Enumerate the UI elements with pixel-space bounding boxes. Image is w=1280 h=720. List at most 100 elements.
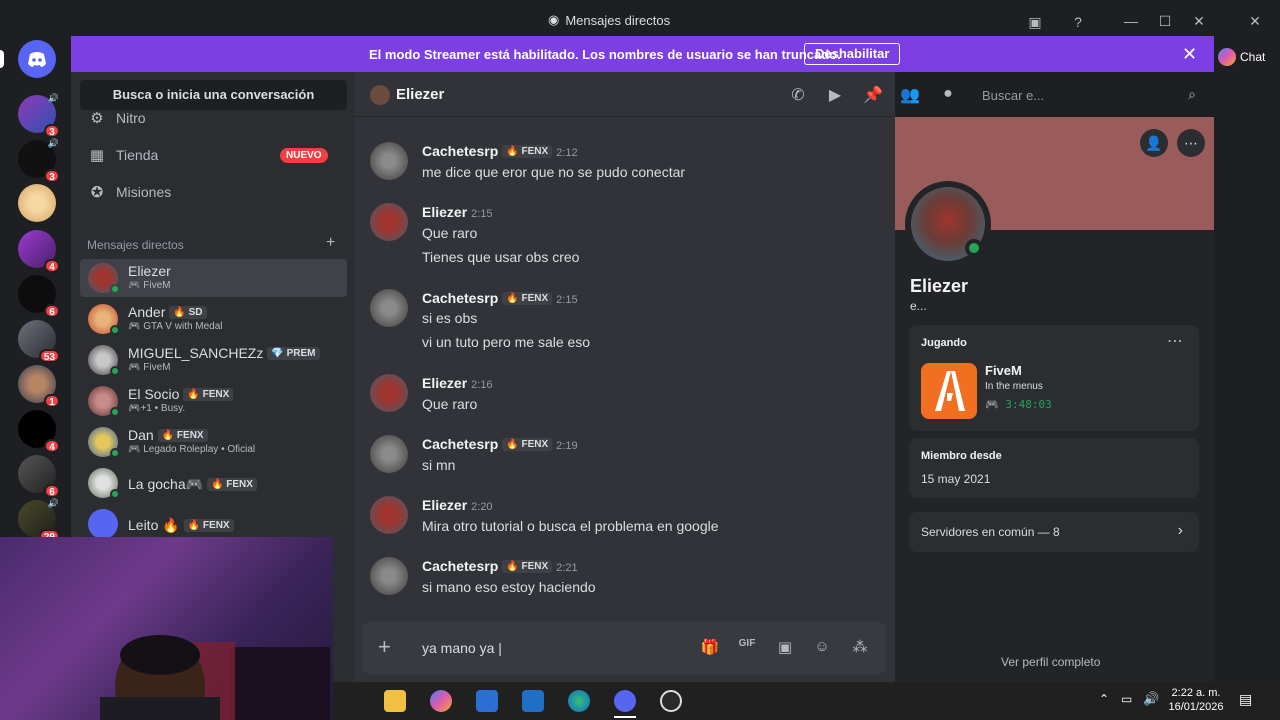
obs-icon[interactable] [660,690,682,712]
pin-icon[interactable]: 📌 [863,85,883,105]
view-full-profile-link[interactable]: Ver perfil completo [1001,655,1100,669]
outer-close-button[interactable]: ✕ [1244,10,1266,32]
message-author[interactable]: Cachetesrp 🔥 FENX 2:21 [422,558,578,574]
message-avatar[interactable] [370,289,408,327]
message-search-input[interactable]: Buscar e... ⌕ [974,80,1204,110]
inbox-icon[interactable]: ▣ [1024,11,1046,33]
message-author[interactable]: Cachetesrp 🔥 FENX 2:19 [422,436,578,452]
clan-tag: 🔥 FENX [183,519,234,532]
server-icon-7[interactable]: 1 [18,365,60,408]
dm-item-el-socio[interactable]: El Socio 🔥 FENX 🎮+1 • Busy. [80,382,347,420]
fivem-logo-icon [921,363,977,419]
message-author[interactable]: Cachetesrp 🔥 FENX 2:12 [422,143,578,159]
activity-more-icon[interactable]: ⋯ [1167,331,1183,351]
close-banner-icon[interactable]: ✕ [1182,44,1197,65]
dm-status: 🎮 GTA V with Medal [128,321,223,332]
chat-button[interactable]: Chat [1218,46,1265,68]
volume-tray-icon[interactable]: 🔊 [1143,691,1159,707]
server-icon-3[interactable] [18,184,56,222]
message-avatar[interactable] [370,142,408,180]
add-friend-icon[interactable]: 👥 [900,85,920,105]
minimize-button[interactable]: — [1120,10,1142,32]
clan-tag: 🔥 FENX [502,560,553,573]
dm-item-eliezer[interactable]: Eliezer 🎮 FiveM [80,259,347,297]
message-avatar[interactable] [370,496,408,534]
server-badge: 4 [44,439,60,453]
emoji-icon[interactable]: ☺ [812,638,832,658]
title-bar: ◉ Mensajes directos ▣ ? — ☐ ✕ ✕ [0,0,1280,40]
home-button[interactable] [18,40,56,78]
clock-date: 16/01/2026 [1168,701,1224,713]
server-icon-4[interactable]: 4 [18,230,60,273]
help-icon[interactable]: ? [1067,11,1089,33]
server-icon-5[interactable]: 6 [18,275,60,318]
message-author[interactable]: Cachetesrp 🔥 FENX 2:15 [422,290,578,306]
message-author[interactable]: Eliezer 2:15 [422,204,493,220]
window-title: ◉ Mensajes directos [548,12,671,28]
add-friend-profile-icon[interactable]: 👤 [1140,129,1168,157]
voice-call-icon[interactable]: ✆ [788,85,808,105]
user-profile-icon[interactable]: ● [938,85,958,105]
dm-item-leito[interactable]: Leito 🔥 🔥 FENX [80,505,347,537]
gift-icon[interactable]: 🎁 [700,638,720,658]
store-icon[interactable] [476,690,498,712]
video-call-icon[interactable]: ▶ [825,85,845,105]
mutual-servers-button[interactable]: Servidores en común — 8 › [909,512,1199,552]
conversation-search-button[interactable]: Busca o inicia una conversación [80,80,347,110]
server-icon-1[interactable]: 🔊 3 [18,93,60,138]
copilot-taskbar-icon[interactable] [430,690,452,712]
webcam-feed [100,635,330,720]
notifications-icon[interactable]: ▤ [1239,691,1252,708]
dm-item-ander[interactable]: Ander 🔥 SD 🎮 GTA V with Medal [80,300,347,338]
maximize-button[interactable]: ☐ [1154,10,1176,32]
server-icon-9[interactable]: 6 [18,455,60,498]
file-explorer-icon[interactable] [384,690,406,712]
message-avatar[interactable] [370,203,408,241]
dm-item-miguel[interactable]: MIGUEL_SANCHEZz 💎 PREM 🎮 FiveM [80,341,347,379]
server-badge: 53 [38,349,60,363]
close-button[interactable]: ✕ [1188,10,1210,32]
gamepad-icon: 🎮 [128,362,141,373]
streamer-mode-banner: El modo Streamer está habilitado. Los no… [71,36,1214,72]
dm-name: La gocha🎮 🔥 FENX [128,476,257,493]
outlook-icon[interactable] [522,690,544,712]
message-input[interactable]: ya mano ya | [422,640,502,656]
online-indicator [110,366,120,376]
volume-icon: 🔊 [47,138,59,148]
nav-quests[interactable]: ✪ Misiones [88,183,172,201]
dm-item-dan[interactable]: Dan 🔥 FENX 🎮 Legado Roleplay • Oficial [80,423,347,461]
profile-avatar[interactable] [905,181,991,267]
server-icon-8[interactable]: 4 [18,410,60,453]
message-time: 2:15 [471,208,493,220]
server-icon-6[interactable]: 53 [18,320,60,363]
sticker-icon[interactable]: ▣ [775,638,795,658]
message-avatar[interactable] [370,374,408,412]
message-text: vi un tuto pero me sale eso [422,334,591,350]
activity-card: Jugando ⋯ FiveM In the menus 🎮 3:48:03 [909,325,1199,431]
server-icon-2[interactable]: 🔊 3 [18,138,60,183]
nav-shop[interactable]: ▦ Tienda [88,146,158,164]
server-icon-10[interactable]: 🔊29 [18,498,60,543]
message-author[interactable]: Eliezer 2:16 [422,375,493,391]
gif-icon[interactable]: GIF [737,638,757,658]
create-dm-icon[interactable]: + [326,234,335,252]
tray-chevron-icon[interactable]: ⌃ [1099,692,1109,706]
gamepad-icon: 🎮 [128,280,141,291]
message-time: 2:12 [556,147,578,159]
taskbar-clock[interactable]: 2:22 a. m. 16/01/2026 [1166,686,1226,714]
attach-plus-icon[interactable]: + [378,636,391,658]
disable-streamer-button[interactable]: Deshabilitar [804,43,901,65]
dm-item-la-gocha[interactable]: La gocha🎮 🔥 FENX [80,464,347,502]
message-time: 2:21 [556,562,578,574]
dm-name: Leito 🔥 🔥 FENX [128,517,234,534]
message-avatar[interactable] [370,435,408,473]
discord-taskbar-icon[interactable] [614,690,636,712]
apps-icon[interactable]: ⁂ [850,638,870,658]
network-icon[interactable]: ▭ [1121,692,1132,706]
more-options-icon[interactable]: ⋯ [1177,129,1205,157]
message-avatar[interactable] [370,557,408,595]
message-author[interactable]: Eliezer 2:20 [422,497,493,513]
nav-nitro[interactable]: ⚙ Nitro [88,110,145,126]
edge-icon[interactable] [568,690,590,712]
message-text: si es obs [422,310,478,326]
